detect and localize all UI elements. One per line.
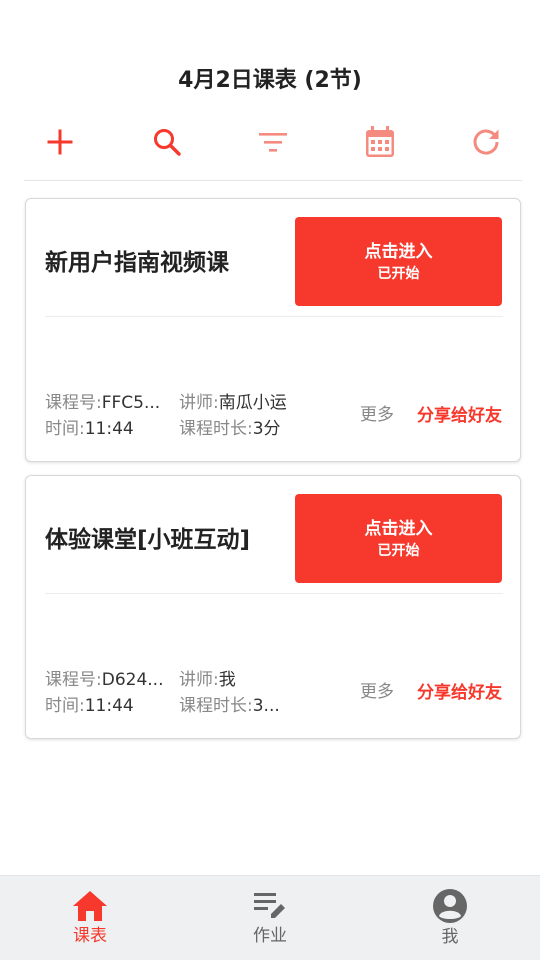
lesson-duration-value: 3分 xyxy=(252,419,281,439)
add-button[interactable] xyxy=(34,120,86,164)
lesson-time: 时间:11:44 xyxy=(45,416,175,442)
toolbar xyxy=(24,120,522,164)
home-icon xyxy=(73,891,107,921)
lesson-teacher-label: 讲师: xyxy=(179,393,219,413)
bottom-nav: 课表 作业 我 xyxy=(0,875,540,960)
refresh-button[interactable] xyxy=(460,120,512,164)
lesson-title: 新用户指南视频课 xyxy=(45,250,229,276)
lesson-teacher: 讲师:我 xyxy=(179,667,324,693)
lesson-time-value: 11:44 xyxy=(84,419,134,439)
search-icon xyxy=(153,129,181,156)
nav-label: 课表 xyxy=(73,926,107,946)
calendar-button[interactable] xyxy=(354,120,406,164)
lesson-time-label: 时间: xyxy=(45,696,85,716)
more-button[interactable]: 更多 xyxy=(360,679,394,705)
share-to-friend-button[interactable]: 分享给好友 xyxy=(417,680,502,706)
lesson-duration: 课程时长:3... xyxy=(179,693,299,719)
more-button[interactable]: 更多 xyxy=(360,402,394,428)
enter-lesson-button[interactable]: 点击进入 已开始 xyxy=(295,494,502,583)
plus-icon xyxy=(47,129,73,155)
lesson-status: 已开始 xyxy=(377,265,420,282)
lesson-card: 体验课堂[小班互动] 点击进入 已开始 课程号:D624... 讲师:我 时间:… xyxy=(25,475,521,739)
enter-label: 点击进入 xyxy=(364,241,433,262)
nav-label: 我 xyxy=(441,927,459,947)
calendar-icon xyxy=(365,126,394,157)
enter-lesson-button[interactable]: 点击进入 已开始 xyxy=(295,217,502,306)
share-to-friend-button[interactable]: 分享给好友 xyxy=(417,403,502,429)
lesson-time: 时间:11:44 xyxy=(45,693,175,719)
lesson-time-value: 11:44 xyxy=(84,696,134,716)
lesson-duration-label: 课程时长: xyxy=(179,696,253,716)
lesson-duration-value: 3... xyxy=(252,696,280,716)
lesson-code: 课程号:D624... xyxy=(45,667,175,693)
lesson-teacher-value: 南瓜小运 xyxy=(218,393,287,413)
lesson-status: 已开始 xyxy=(377,542,420,559)
card-divider xyxy=(45,316,503,317)
enter-label: 点击进入 xyxy=(364,518,433,539)
schedule-page: 4月2日课表 (2节) 新用户指南视频课 点击进入 已开始 课程号:FFC5..… xyxy=(0,0,540,960)
lesson-teacher-label: 讲师: xyxy=(179,670,219,690)
nav-item-homework[interactable]: 作业 xyxy=(210,889,330,947)
lesson-time-label: 时间: xyxy=(45,419,85,439)
lesson-code-value: D624... xyxy=(101,670,164,690)
lesson-teacher: 讲师:南瓜小运 xyxy=(179,390,324,416)
refresh-icon xyxy=(473,129,499,155)
filter-icon xyxy=(259,133,287,152)
filter-button[interactable] xyxy=(247,120,299,164)
lesson-duration-label: 课程时长: xyxy=(179,419,253,439)
lesson-code: 课程号:FFC5... xyxy=(45,390,175,416)
lesson-code-label: 课程号: xyxy=(45,393,102,413)
nav-label: 作业 xyxy=(253,926,287,946)
lesson-title: 体验课堂[小班互动] xyxy=(45,527,251,553)
card-divider xyxy=(45,593,503,594)
lesson-code-value: FFC5... xyxy=(101,393,161,413)
lesson-teacher-value: 我 xyxy=(218,670,236,690)
toolbar-divider xyxy=(24,180,522,181)
search-button[interactable] xyxy=(141,120,193,164)
homework-edit-icon xyxy=(254,893,285,918)
lesson-card: 新用户指南视频课 点击进入 已开始 课程号:FFC5... 讲师:南瓜小运 时间… xyxy=(25,198,521,462)
user-avatar-icon xyxy=(433,889,467,923)
nav-item-me[interactable]: 我 xyxy=(390,888,510,948)
lesson-duration: 课程时长:3分 xyxy=(179,416,299,442)
lesson-code-label: 课程号: xyxy=(45,670,102,690)
page-title: 4月2日课表 (2节) xyxy=(178,68,362,93)
nav-item-schedule[interactable]: 课表 xyxy=(30,889,150,947)
